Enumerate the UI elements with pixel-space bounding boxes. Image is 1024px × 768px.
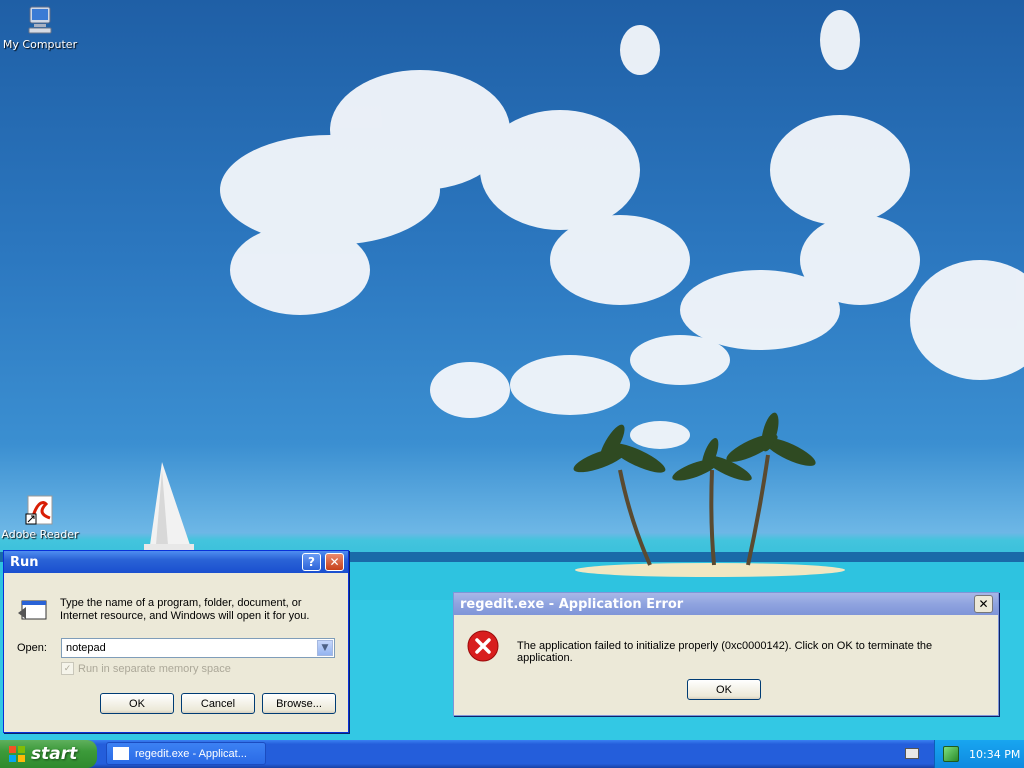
- error-icon: [467, 630, 499, 665]
- start-label: start: [31, 744, 78, 764]
- run-description: Type the name of a program, folder, docu…: [60, 597, 310, 622]
- network-icon[interactable]: [943, 746, 959, 762]
- window-icon: [113, 747, 129, 760]
- my-computer-desktop-icon[interactable]: My Computer: [0, 4, 80, 51]
- close-button[interactable]: ✕: [325, 553, 344, 571]
- open-combobox[interactable]: notepad ▼: [61, 638, 335, 658]
- error-message: The application failed to initialize pro…: [517, 640, 933, 664]
- run-program-icon: [16, 597, 48, 628]
- run-titlebar[interactable]: Run ? ✕: [4, 551, 348, 573]
- run-title: Run: [10, 554, 39, 570]
- open-input[interactable]: notepad: [66, 642, 106, 654]
- system-tray: 10:34 PM: [934, 740, 1024, 768]
- error-dialog: regedit.exe - Application Error ✕ The ap…: [453, 592, 999, 716]
- keyboard-icon[interactable]: [905, 748, 919, 759]
- windows-logo-icon: [8, 745, 26, 763]
- separate-memory-checkbox[interactable]: ✓ Run in separate memory space: [61, 662, 231, 675]
- error-titlebar[interactable]: regedit.exe - Application Error ✕: [454, 593, 998, 615]
- adobe-reader-label: Adobe Reader: [1, 528, 79, 541]
- cancel-button[interactable]: Cancel: [181, 693, 255, 714]
- dropdown-arrow-icon[interactable]: ▼: [317, 640, 333, 656]
- checkbox-label: Run in separate memory space: [78, 662, 231, 675]
- error-close-button[interactable]: ✕: [974, 595, 993, 613]
- computer-icon: [24, 4, 56, 36]
- browse-button[interactable]: Browse...: [262, 693, 336, 714]
- taskbar-item-regedit[interactable]: regedit.exe - Applicat...: [106, 742, 266, 765]
- clock[interactable]: 10:34 PM: [969, 748, 1020, 761]
- task-label: regedit.exe - Applicat...: [135, 747, 247, 760]
- start-button[interactable]: start: [0, 740, 97, 768]
- adobe-reader-icon: [24, 494, 56, 526]
- run-dialog: Run ? ✕ Type the name of a program, fold…: [3, 550, 349, 733]
- my-computer-label: My Computer: [2, 38, 78, 51]
- error-title: regedit.exe - Application Error: [460, 596, 684, 612]
- ok-button[interactable]: OK: [100, 693, 174, 714]
- taskbar: start regedit.exe - Applicat... 10:34 PM: [0, 740, 1024, 768]
- checkmark-icon: ✓: [61, 662, 74, 675]
- open-label: Open:: [17, 642, 47, 654]
- help-button[interactable]: ?: [302, 553, 321, 571]
- error-ok-button[interactable]: OK: [687, 679, 761, 700]
- adobe-reader-desktop-icon[interactable]: Adobe Reader: [0, 494, 80, 541]
